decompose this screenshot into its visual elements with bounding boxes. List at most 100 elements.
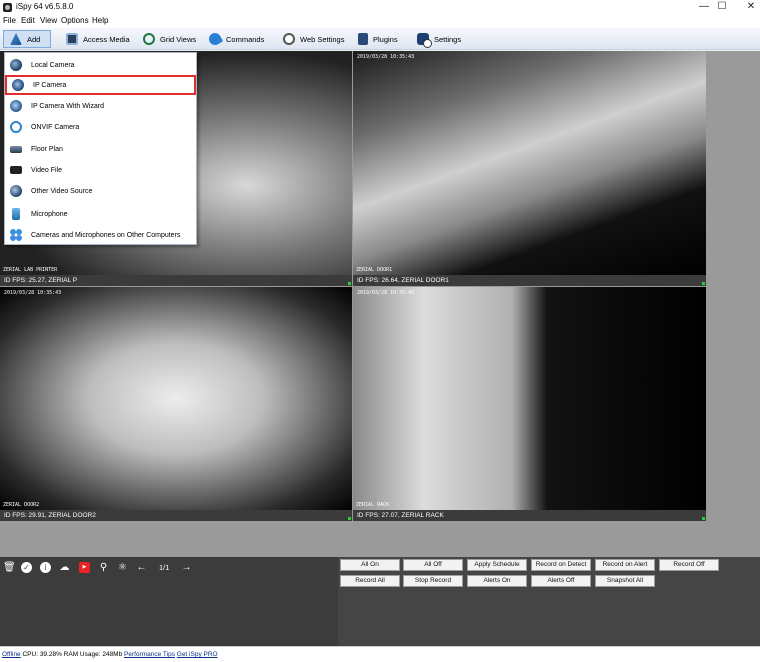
menu-microphone[interactable]: Microphone (5, 204, 196, 224)
menu-item-label: Other Video Source (31, 187, 93, 195)
menu-other-computers[interactable]: Cameras and Microphones on Other Compute… (5, 225, 196, 245)
camera-tile[interactable]: 2019/03/28 10:35:43 ZERIAL RACK ID FPS: … (353, 287, 706, 521)
camera-status-text: ID FPS: 27.07, ZERIAL RACK (357, 512, 444, 519)
apply-schedule-button[interactable]: Apply Schedule (467, 559, 527, 571)
web-settings-icon (283, 33, 295, 45)
video-file-icon (10, 166, 22, 174)
web-settings-label: Web Settings (300, 34, 345, 44)
add-menu-dropdown: Local Camera IP Camera IP Camera With Wi… (4, 52, 197, 245)
status-indicator (702, 517, 705, 520)
plugins-label: Plugins (373, 34, 398, 44)
status-indicator (702, 282, 705, 285)
grid-views-icon (143, 33, 155, 45)
camera-feed[interactable] (0, 287, 352, 510)
camera-status-bar: ID FPS: 27.07, ZERIAL RACK (353, 510, 706, 521)
camera-timestamp: 2019/03/28 10:35:43 (357, 290, 415, 296)
menu-video-file[interactable]: Video File (5, 160, 196, 180)
menu-view[interactable]: View (40, 16, 57, 25)
all-off-button[interactable]: All Off (403, 559, 463, 571)
bottom-icon-bar: 🗑 ✓ i ☁ ▶ ⚲ ⚛ ← 1/1 → (0, 557, 338, 646)
plugins-icon (358, 33, 368, 45)
grid-views-label: Grid Views (160, 34, 197, 44)
menu-other-video-source[interactable]: Other Video Source (5, 181, 196, 201)
stop-record-button[interactable]: Stop Record (403, 575, 463, 587)
arrow-left-icon[interactable]: ← (136, 562, 147, 573)
other-video-source-icon (10, 185, 22, 197)
alerts-on-button[interactable]: Alerts On (467, 575, 527, 587)
add-icon (10, 33, 22, 45)
record-on-alert-button[interactable]: Record on Alert (595, 559, 655, 571)
close-button[interactable]: ✕ (733, 0, 760, 15)
menu-bar: File Edit View Options Help (0, 15, 760, 28)
offline-link[interactable]: Offline (2, 651, 21, 658)
access-media-button[interactable]: Access Media (60, 30, 136, 48)
camera-tile[interactable]: 2019/03/28 10:35:43 ZERIAL DOOR1 ID FPS:… (353, 51, 706, 286)
check-icon[interactable]: ✓ (21, 562, 32, 573)
youtube-icon[interactable]: ▶ (79, 562, 90, 573)
status-indicator (348, 282, 351, 285)
camera-overlay-label: ZERIAL DOOR2 (3, 502, 40, 508)
menu-floor-plan[interactable]: Floor Plan (5, 139, 196, 159)
camera-feed[interactable] (353, 287, 706, 510)
info-icon[interactable]: i (40, 562, 51, 573)
camera-status-text: ID FPS: 25.27, ZERIAL P (4, 277, 78, 284)
camera-status-text: ID FPS: 29.91, ZERIAL DOOR2 (4, 512, 96, 519)
search-icon[interactable]: ⚲ (98, 562, 109, 573)
settings-label: Settings (434, 34, 462, 44)
menu-help[interactable]: Help (92, 16, 108, 25)
add-button[interactable]: Add (3, 30, 51, 48)
menu-onvif-camera[interactable]: ONVIF Camera (5, 117, 196, 137)
menu-local-camera[interactable]: Local Camera (5, 55, 196, 75)
menu-item-label: Floor Plan (31, 145, 63, 153)
access-media-label: Access Media (83, 34, 130, 44)
main-toolbar: Add Access Media Grid Views Commands Web… (0, 28, 760, 50)
settings-icon (417, 33, 432, 48)
ip-camera-icon (12, 79, 24, 91)
menu-file[interactable]: File (3, 16, 16, 25)
all-on-button[interactable]: All On (340, 559, 400, 571)
camera-status-bar: ID FPS: 29.91, ZERIAL DOOR2 (0, 510, 352, 521)
app-window: iSpy 64 v6.5.8.0 — ☐ ✕ File Edit View Op… (0, 0, 760, 662)
bottom-panel: 🗑 ✓ i ☁ ▶ ⚲ ⚛ ← 1/1 → All On All Off App… (0, 557, 760, 646)
camera-feed[interactable] (353, 51, 706, 275)
record-all-button[interactable]: Record All (340, 575, 400, 587)
get-ispy-pro-link[interactable]: Get iSpy PRO (177, 651, 218, 658)
trash-icon[interactable]: 🗑 (3, 562, 16, 573)
camera-status-bar: ID FPS: 25.27, ZERIAL P (0, 275, 352, 286)
menu-item-label: Local Camera (31, 61, 75, 69)
grid-views-button[interactable]: Grid Views (137, 30, 202, 48)
camera-timestamp: 2019/03/28 10:35:43 (4, 290, 62, 296)
commands-button[interactable]: Commands (203, 30, 270, 48)
floor-plan-icon (10, 145, 22, 153)
record-on-detect-button[interactable]: Record on Detect (531, 559, 591, 571)
record-off-button[interactable]: Record Off (659, 559, 719, 571)
status-indicator (348, 517, 351, 520)
camera-status-text: ID FPS: 26.64, ZERIAL DOOR1 (357, 277, 449, 284)
menu-item-label: Cameras and Microphones on Other Compute… (31, 231, 181, 239)
arrow-right-icon[interactable]: → (181, 562, 192, 573)
camera-status-bar: ID FPS: 26.64, ZERIAL DOOR1 (353, 275, 706, 286)
window-title: iSpy 64 v6.5.8.0 (16, 2, 74, 11)
menu-ip-camera[interactable]: IP Camera (5, 75, 196, 95)
alerts-off-button[interactable]: Alerts Off (531, 575, 591, 587)
onvif-camera-icon (10, 121, 22, 133)
hierarchy-icon[interactable]: ⚛ (117, 562, 128, 573)
cloud-upload-icon[interactable]: ☁ (59, 562, 70, 573)
menu-options[interactable]: Options (61, 16, 89, 25)
page-indicator: 1/1 (159, 563, 170, 572)
menu-ip-camera-wizard[interactable]: IP Camera With Wizard (5, 96, 196, 116)
camera-tile[interactable]: 2019/03/28 10:35:43 ZERIAL DOOR2 ID FPS:… (0, 287, 352, 521)
camera-timestamp: 2019/03/28 10:35:43 (357, 54, 415, 60)
menu-edit[interactable]: Edit (21, 16, 35, 25)
commands-icon (206, 30, 224, 48)
settings-button[interactable]: Settings (411, 30, 467, 48)
microphone-icon (12, 208, 20, 220)
snapshot-all-button[interactable]: Snapshot All (595, 575, 655, 587)
app-logo-icon (3, 3, 12, 12)
local-camera-icon (10, 59, 22, 71)
performance-tips-link[interactable]: Performance Tips (124, 651, 175, 658)
web-settings-button[interactable]: Web Settings (277, 30, 350, 48)
plugins-button[interactable]: Plugins (352, 30, 404, 48)
network-devices-icon (10, 229, 22, 241)
action-button-panel: All On All Off Apply Schedule Record on … (338, 557, 760, 646)
